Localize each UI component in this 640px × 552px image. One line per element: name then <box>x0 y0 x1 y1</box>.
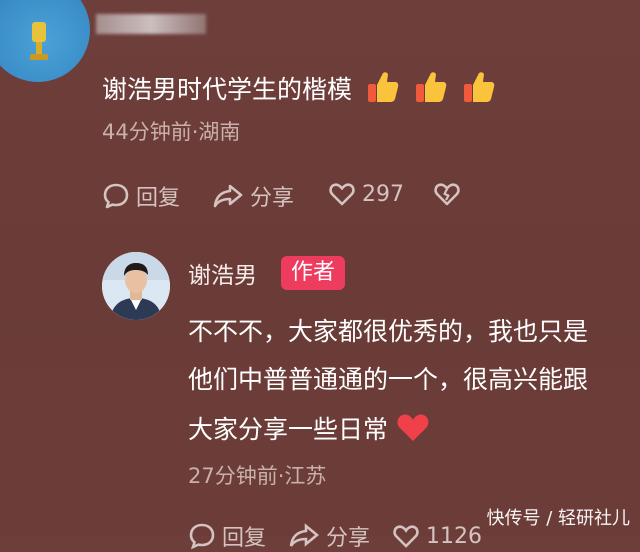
thumbs-up-emoji-icon <box>464 72 495 102</box>
like-heart-icon <box>329 183 355 206</box>
like-count: 1126 <box>426 523 483 549</box>
thumbs-up-emoji-icon <box>368 72 399 102</box>
share-button[interactable]: 分享 <box>212 180 294 212</box>
author-photo <box>102 252 170 320</box>
commenter-avatar[interactable] <box>0 0 90 82</box>
dislike-broken-heart-icon <box>434 183 460 206</box>
commenter-name-blurred <box>96 14 206 34</box>
like-button[interactable]: 1126 <box>392 520 482 552</box>
like-count: 297 <box>362 181 404 207</box>
watermark: 快传号 / 轻研社儿 <box>486 508 630 529</box>
reply-bubble-icon <box>103 183 129 209</box>
share-arrow-icon <box>289 523 320 547</box>
author-badge: 作者 <box>281 256 346 290</box>
share-button[interactable]: 分享 <box>288 520 370 552</box>
like-button[interactable]: 297 <box>328 180 404 208</box>
reply-actions: 回复 分享 1126 <box>188 520 482 552</box>
reply-bubble-icon <box>189 523 215 550</box>
share-label: 分享 <box>250 186 295 211</box>
reply-text-line: 不不不，大家都很优秀的，我也只是 <box>188 317 589 346</box>
comment-text: 谢浩男时代学生的楷模 <box>102 70 496 106</box>
trophy-icon <box>30 22 48 60</box>
author-avatar[interactable] <box>102 252 170 320</box>
author-name[interactable]: 谢浩男 <box>188 256 257 290</box>
dislike-button[interactable] <box>433 180 461 208</box>
reply-label: 回复 <box>222 526 267 551</box>
red-heart-emoji-icon <box>397 414 429 441</box>
share-arrow-icon <box>213 184 243 208</box>
reply-text-line: 大家分享一些日常 <box>188 412 430 446</box>
reply-meta: 27分钟前·江苏 <box>188 464 327 488</box>
reply-label: 回复 <box>136 186 181 211</box>
reply-button[interactable]: 回复 <box>188 520 266 552</box>
comment-meta: 44分钟前·湖南 <box>102 120 241 144</box>
reply-button[interactable]: 回复 <box>102 180 180 212</box>
reply-text-line: 他们中普普通通的一个，很高兴能跟 <box>188 365 589 394</box>
like-heart-icon <box>393 525 419 548</box>
thumbs-up-emoji-icon <box>416 72 447 102</box>
share-label: 分享 <box>326 526 371 551</box>
